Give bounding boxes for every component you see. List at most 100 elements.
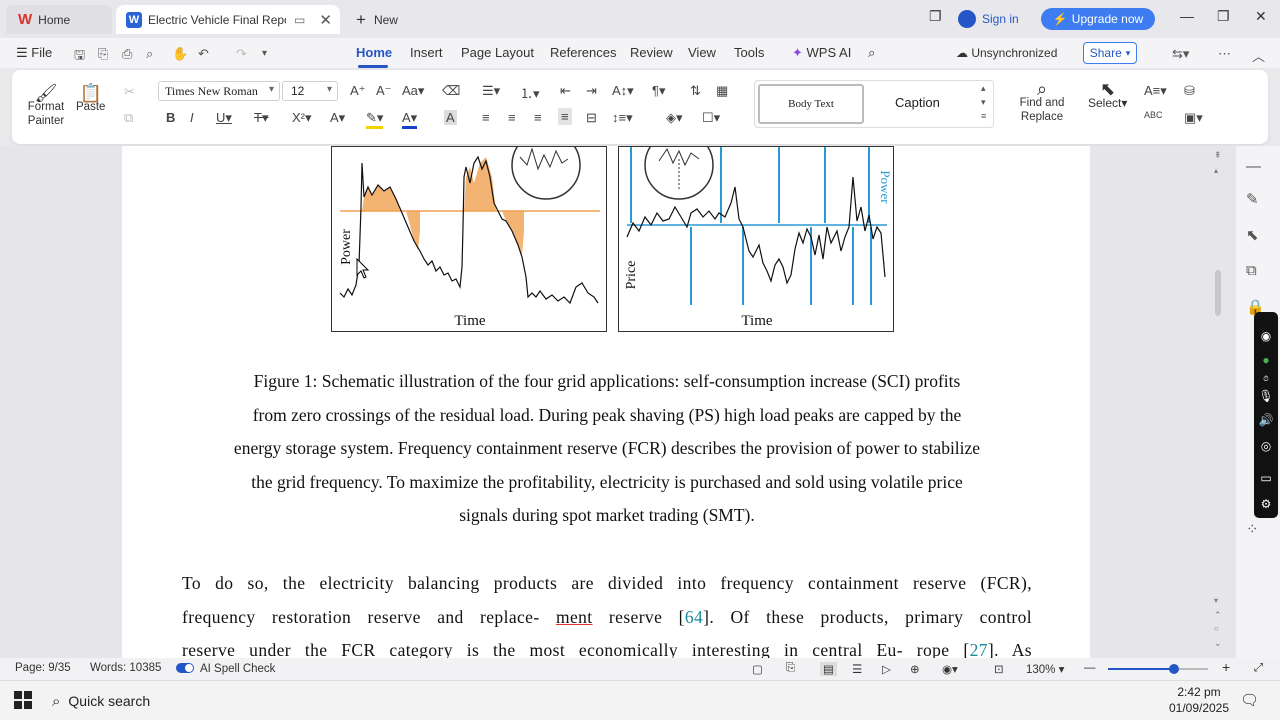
crop-icon[interactable]: ⧉: [1246, 262, 1257, 279]
borders-icon[interactable]: ☐▾: [702, 110, 720, 126]
menu-home[interactable]: Home: [356, 45, 392, 60]
underline-icon[interactable]: U▾: [216, 110, 232, 126]
tab-home[interactable]: W Home: [6, 5, 112, 34]
maximize-icon[interactable]: ❐: [1217, 8, 1230, 25]
change-case-icon[interactable]: Aa▾: [402, 83, 424, 99]
layout-switch-icon[interactable]: ⇆▾: [1172, 46, 1189, 62]
spell-check-toggle[interactable]: AI Spell Check: [176, 662, 275, 675]
collapse-ribbon-icon[interactable]: ︿: [1252, 46, 1265, 65]
menu-references[interactable]: References: [550, 45, 616, 60]
strikethrough-icon[interactable]: T▾: [254, 110, 268, 126]
shading-icon[interactable]: ◈▾: [666, 110, 683, 126]
print-preview-icon[interactable]: ⌕: [146, 46, 153, 62]
font-color-icon[interactable]: A▾: [402, 110, 418, 129]
justify-icon[interactable]: ≡: [558, 108, 572, 125]
page-view-icon[interactable]: ▤: [820, 662, 837, 676]
eye-protection-icon[interactable]: ◉▾: [942, 662, 958, 676]
menu-review[interactable]: Review: [630, 45, 673, 60]
find-replace-button[interactable]: ⌕ Find and Replace: [1018, 80, 1066, 124]
clear-format-icon[interactable]: ⌫: [442, 83, 460, 99]
increase-indent-icon[interactable]: ⇥: [586, 83, 597, 99]
superscript-icon[interactable]: X²▾: [292, 110, 312, 126]
select-browse-icon[interactable]: ○: [1214, 624, 1219, 633]
new-tab-button[interactable]: + New: [350, 5, 420, 34]
citation-link[interactable]: 27: [970, 640, 988, 658]
citation-link[interactable]: 64: [685, 607, 703, 627]
tab-document[interactable]: W Electric Vehicle Final Report... ▭ ✕: [116, 5, 340, 34]
menu-tools[interactable]: Tools: [734, 45, 764, 60]
settings-gear-icon[interactable]: ⚙: [1258, 496, 1274, 512]
upgrade-button[interactable]: ⚡ Upgrade now: [1041, 8, 1155, 30]
workspace-icon[interactable]: ❐: [929, 8, 942, 25]
decrease-indent-icon[interactable]: ⇤: [560, 83, 571, 99]
increase-font-icon[interactable]: A⁺: [350, 83, 366, 99]
layout-grid-icon[interactable]: ⁘: [1246, 520, 1259, 538]
document-tools-icon[interactable]: ▣▾: [1184, 110, 1203, 126]
paste-button[interactable]: 📋 Paste: [76, 84, 105, 114]
more-options-icon[interactable]: ⋯: [1218, 46, 1231, 62]
text-direction-icon[interactable]: A↕▾: [612, 83, 634, 99]
align-right-icon[interactable]: ≡: [534, 110, 542, 125]
zoom-slider-knob[interactable]: [1168, 664, 1179, 674]
paragraph-mark-icon[interactable]: ¶▾: [652, 83, 666, 99]
word-count[interactable]: Words: 10385: [90, 662, 161, 674]
share-button[interactable]: Share ▾: [1083, 42, 1137, 64]
zoom-out-icon[interactable]: —: [1084, 662, 1096, 674]
zoom-level[interactable]: 130% ▾: [1026, 662, 1064, 676]
next-page-icon[interactable]: ⌄: [1214, 638, 1222, 649]
microphone-icon[interactable]: 🎙: [1258, 388, 1274, 404]
undo-icon[interactable]: ↶: [198, 46, 209, 62]
redo-icon[interactable]: ↷: [236, 46, 247, 62]
bold-icon[interactable]: B: [166, 110, 175, 125]
menu-page-layout[interactable]: Page Layout: [461, 45, 534, 60]
close-tab-icon[interactable]: ✕: [319, 11, 332, 29]
outline-view-icon[interactable]: ☰: [852, 662, 862, 676]
scroll-top-icon[interactable]: ⇞: [1214, 150, 1222, 161]
export-pdf-icon[interactable]: ⎘: [98, 46, 108, 62]
italic-icon[interactable]: I: [190, 110, 194, 125]
zoom-slider[interactable]: [1108, 664, 1208, 674]
expand-styles-icon[interactable]: ≡: [981, 111, 986, 121]
font-size-select[interactable]: 12 ▾: [282, 81, 338, 101]
fit-page-icon[interactable]: ⊡: [994, 662, 1004, 676]
table-tools-icon[interactable]: ▦: [716, 83, 728, 99]
copy-icon[interactable]: ⧉: [124, 110, 133, 126]
pointer-icon[interactable]: ⬉: [1246, 226, 1259, 244]
scroll-up-icon[interactable]: ▴: [981, 83, 986, 94]
camera-icon[interactable]: ◉: [1258, 328, 1274, 344]
line-spacing-icon[interactable]: ↕≡▾: [612, 110, 633, 126]
edit-pen-icon[interactable]: ✎: [1246, 190, 1259, 208]
record-icon[interactable]: ●: [1258, 352, 1274, 368]
reading-mode-icon[interactable]: ▢: [752, 662, 763, 676]
play-icon[interactable]: ▷: [882, 662, 891, 676]
page-indicator[interactable]: Page: 9/35: [15, 662, 71, 674]
align-center-icon[interactable]: ≡: [508, 110, 516, 125]
sort-icon[interactable]: ⇅: [690, 83, 701, 99]
hand-icon[interactable]: ✋: [172, 46, 188, 62]
zoom-in-icon[interactable]: +: [1222, 659, 1230, 675]
collapse-panel-icon[interactable]: —: [1246, 158, 1261, 175]
windows-start-icon[interactable]: [14, 691, 32, 709]
file-menu[interactable]: ☰ File: [16, 45, 52, 61]
bullets-icon[interactable]: ☰▾: [482, 83, 500, 99]
window-preview-icon[interactable]: ▭: [294, 13, 305, 27]
quick-search-box[interactable]: ⌕ Quick search: [52, 687, 170, 715]
style-caption[interactable]: Caption: [895, 95, 940, 110]
distributed-icon[interactable]: ⊟: [586, 110, 597, 126]
style-body-text[interactable]: Body Text: [758, 84, 864, 124]
cut-icon[interactable]: ✂: [124, 84, 135, 100]
menu-view[interactable]: View: [688, 45, 716, 60]
layers-icon[interactable]: ⛁: [1184, 83, 1195, 99]
webcam-icon[interactable]: ◎: [1258, 438, 1274, 454]
align-left-icon[interactable]: ≡: [482, 110, 490, 125]
quick-access-dropdown-icon[interactable]: ▾: [262, 48, 267, 59]
menu-wps-ai[interactable]: ✦ WPS AI: [792, 45, 851, 61]
speaker-icon[interactable]: 🔊: [1258, 412, 1274, 428]
menu-insert[interactable]: Insert: [410, 45, 443, 60]
print-icon[interactable]: ⎙: [122, 46, 132, 62]
scrollbar-thumb[interactable]: [1215, 270, 1221, 316]
notifications-icon[interactable]: 🗨: [1240, 691, 1259, 709]
fullscreen-icon[interactable]: ⤢: [1254, 662, 1263, 675]
text-effect-icon[interactable]: A▾: [330, 110, 345, 126]
minimize-icon[interactable]: —: [1180, 8, 1194, 24]
